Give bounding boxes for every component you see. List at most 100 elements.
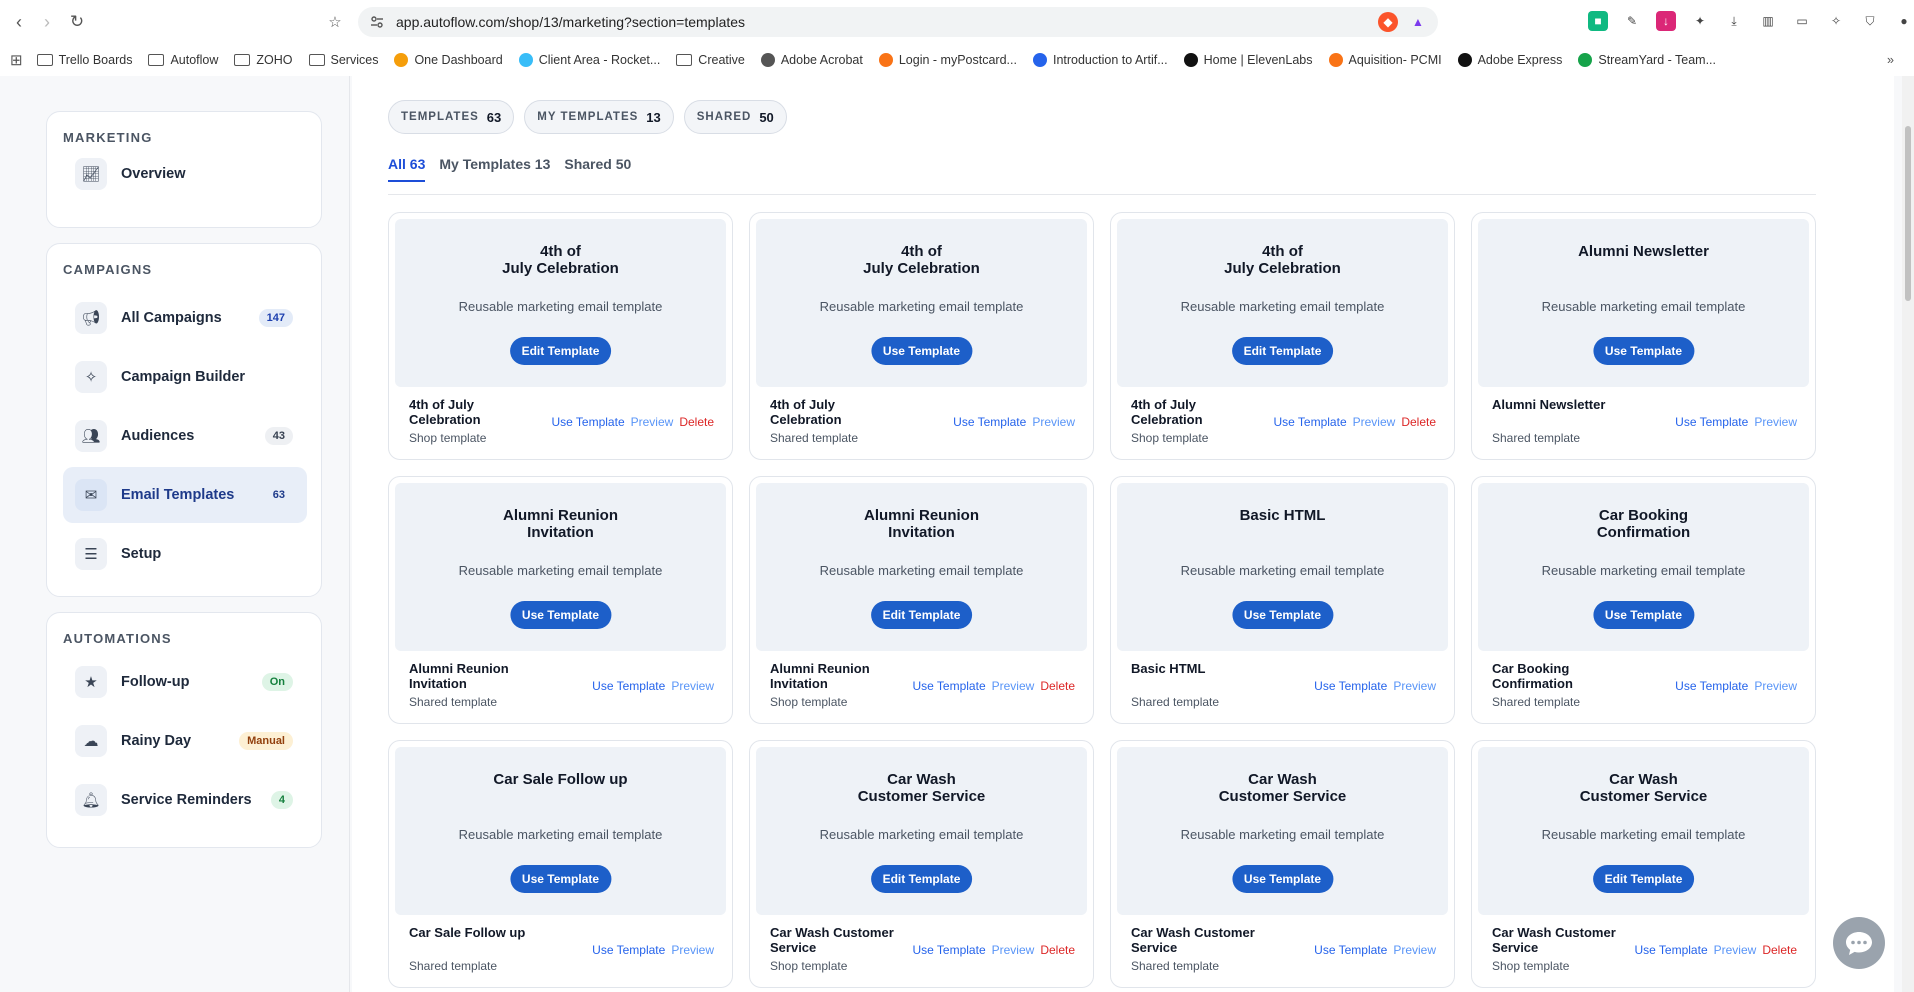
chat-widget-button[interactable] xyxy=(1833,917,1885,969)
sidebar-item-campaign-builder[interactable]: ✧ Campaign Builder xyxy=(63,349,307,405)
bookmark-item[interactable]: ZOHO xyxy=(234,53,293,67)
preview-link[interactable]: Preview xyxy=(1353,415,1396,429)
bookmark-icon[interactable]: ☆ xyxy=(324,11,346,33)
template-preview[interactable]: 4th of July Celebration Reusable marketi… xyxy=(756,219,1087,387)
profile-icon[interactable]: ● xyxy=(1894,11,1914,31)
delete-link[interactable]: Delete xyxy=(679,415,714,429)
use-template-button[interactable]: Use Template xyxy=(1231,601,1334,629)
page-scrollbar[interactable] xyxy=(1902,76,1914,992)
chip-my-templates[interactable]: MY TEMPLATES 13 xyxy=(524,100,674,134)
template-preview[interactable]: Alumni Newsletter Reusable marketing ema… xyxy=(1478,219,1809,387)
bookmark-item[interactable]: Introduction to Artif... xyxy=(1032,53,1168,67)
bookmark-item[interactable]: Home | ElevenLabs xyxy=(1183,53,1313,67)
use-template-button[interactable]: Use Template xyxy=(509,865,612,893)
delete-link[interactable]: Delete xyxy=(1040,943,1075,957)
use-template-link[interactable]: Use Template xyxy=(912,943,985,957)
template-preview[interactable]: Car Booking Confirmation Reusable market… xyxy=(1478,483,1809,651)
delete-link[interactable]: Delete xyxy=(1040,679,1075,693)
template-preview[interactable]: Car Wash Customer Service Reusable marke… xyxy=(756,747,1087,915)
preview-link[interactable]: Preview xyxy=(992,943,1035,957)
bookmark-item[interactable]: One Dashboard xyxy=(394,53,503,67)
use-template-button[interactable]: Use Template xyxy=(509,601,612,629)
bookmark-item[interactable]: Trello Boards xyxy=(36,53,132,67)
use-template-link[interactable]: Use Template xyxy=(592,679,665,693)
edit-template-button[interactable]: Edit Template xyxy=(509,337,612,365)
preview-link[interactable]: Preview xyxy=(671,679,714,693)
forward-icon[interactable]: › xyxy=(36,11,58,33)
back-icon[interactable]: ‹ xyxy=(8,11,30,33)
template-preview[interactable]: Car Wash Customer Service Reusable marke… xyxy=(1478,747,1809,915)
leo-ai-icon[interactable]: ✧ xyxy=(1826,11,1846,31)
tab-shared[interactable]: Shared 50 xyxy=(564,156,631,182)
delete-link[interactable]: Delete xyxy=(1762,943,1797,957)
template-preview[interactable]: Alumni Reunion Invitation Reusable marke… xyxy=(756,483,1087,651)
sidebar-item-follow-up[interactable]: ★ Follow-up On xyxy=(63,654,307,710)
edit-template-button[interactable]: Edit Template xyxy=(870,865,973,893)
edit-template-button[interactable]: Edit Template xyxy=(870,601,973,629)
apps-grid-icon[interactable]: ⊞ xyxy=(10,51,23,69)
template-preview[interactable]: Basic HTML Reusable marketing email temp… xyxy=(1117,483,1448,651)
edit-template-button[interactable]: Edit Template xyxy=(1231,337,1334,365)
chip-templates[interactable]: TEMPLATES 63 xyxy=(388,100,515,134)
chip-shared[interactable]: SHARED 50 xyxy=(683,100,787,134)
sidebar-item-overview[interactable]: 📈︎ Overview xyxy=(63,146,307,202)
extensions-puzzle-icon[interactable]: ✦ xyxy=(1690,11,1710,31)
template-preview[interactable]: Car Wash Customer Service Reusable marke… xyxy=(1117,747,1448,915)
bookmark-item[interactable]: Adobe Express xyxy=(1457,53,1562,67)
sidebar-item-email-templates[interactable]: ✉ Email Templates 63 xyxy=(63,467,307,523)
template-preview[interactable]: Alumni Reunion Invitation Reusable marke… xyxy=(395,483,726,651)
use-template-link[interactable]: Use Template xyxy=(1675,415,1748,429)
bookmark-item[interactable]: Client Area - Rocket... xyxy=(518,53,660,67)
preview-link[interactable]: Preview xyxy=(631,415,674,429)
eyedropper-icon[interactable]: ✎ xyxy=(1622,11,1642,31)
use-template-button[interactable]: Use Template xyxy=(1592,601,1695,629)
vpn-shield-icon[interactable]: ⛉ xyxy=(1860,11,1880,31)
site-settings-icon[interactable] xyxy=(370,15,384,29)
use-template-link[interactable]: Use Template xyxy=(912,679,985,693)
sidebar-item-service-reminders[interactable]: 🔔︎ Service Reminders 4 xyxy=(63,772,307,828)
download-icon[interactable]: ⤓ xyxy=(1724,11,1744,31)
template-preview[interactable]: 4th of July Celebration Reusable marketi… xyxy=(1117,219,1448,387)
extension-teal-icon[interactable]: ■ xyxy=(1588,11,1608,31)
preview-link[interactable]: Preview xyxy=(1714,943,1757,957)
reload-icon[interactable]: ↻ xyxy=(66,11,88,33)
use-template-link[interactable]: Use Template xyxy=(1273,415,1346,429)
more-bookmarks-icon[interactable]: » xyxy=(1887,53,1894,67)
extension-pink-icon[interactable]: ↓ xyxy=(1656,11,1676,31)
use-template-link[interactable]: Use Template xyxy=(592,943,665,957)
preview-link[interactable]: Preview xyxy=(1754,679,1797,693)
bookmark-item[interactable]: Login - myPostcard... xyxy=(878,53,1017,67)
brave-rewards-icon[interactable]: ▲ xyxy=(1408,12,1428,32)
use-template-link[interactable]: Use Template xyxy=(1314,943,1387,957)
use-template-button[interactable]: Use Template xyxy=(1231,865,1334,893)
bookmark-item[interactable]: Aquisition- PCMI xyxy=(1328,53,1442,67)
bookmark-item[interactable]: Creative xyxy=(676,53,745,67)
preview-link[interactable]: Preview xyxy=(992,679,1035,693)
preview-link[interactable]: Preview xyxy=(1754,415,1797,429)
use-template-button[interactable]: Use Template xyxy=(1592,337,1695,365)
sidebar-toggle-icon[interactable]: ▥ xyxy=(1758,11,1778,31)
sidebar-item-all-campaigns[interactable]: 📢︎ All Campaigns 147 xyxy=(63,290,307,346)
preview-link[interactable]: Preview xyxy=(1393,943,1436,957)
preview-link[interactable]: Preview xyxy=(671,943,714,957)
edit-template-button[interactable]: Edit Template xyxy=(1592,865,1695,893)
sidebar-item-setup[interactable]: ☰ Setup xyxy=(63,526,307,582)
sidebar-item-audiences[interactable]: 👥︎ Audiences 43 xyxy=(63,408,307,464)
use-template-link[interactable]: Use Template xyxy=(1675,679,1748,693)
address-bar[interactable]: app.autoflow.com/shop/13/marketing?secti… xyxy=(358,7,1438,37)
brave-shield-icon[interactable]: ◆ xyxy=(1378,12,1398,32)
template-preview[interactable]: Car Sale Follow up Reusable marketing em… xyxy=(395,747,726,915)
tab-all[interactable]: All 63 xyxy=(388,156,426,182)
use-template-link[interactable]: Use Template xyxy=(1314,679,1387,693)
preview-link[interactable]: Preview xyxy=(1393,679,1436,693)
tab-my-templates[interactable]: My Templates 13 xyxy=(439,156,550,182)
bookmark-item[interactable]: Adobe Acrobat xyxy=(760,53,863,67)
sidebar-item-rainy-day[interactable]: ☁ Rainy Day Manual xyxy=(63,713,307,769)
bookmark-item[interactable]: Autoflow xyxy=(148,53,218,67)
bookmark-item[interactable]: Services xyxy=(308,53,378,67)
bookmark-item[interactable]: StreamYard - Team... xyxy=(1578,53,1716,67)
use-template-link[interactable]: Use Template xyxy=(1634,943,1707,957)
preview-link[interactable]: Preview xyxy=(1032,415,1075,429)
wallet-icon[interactable]: ▭ xyxy=(1792,11,1812,31)
scroll-thumb[interactable] xyxy=(1905,126,1911,301)
